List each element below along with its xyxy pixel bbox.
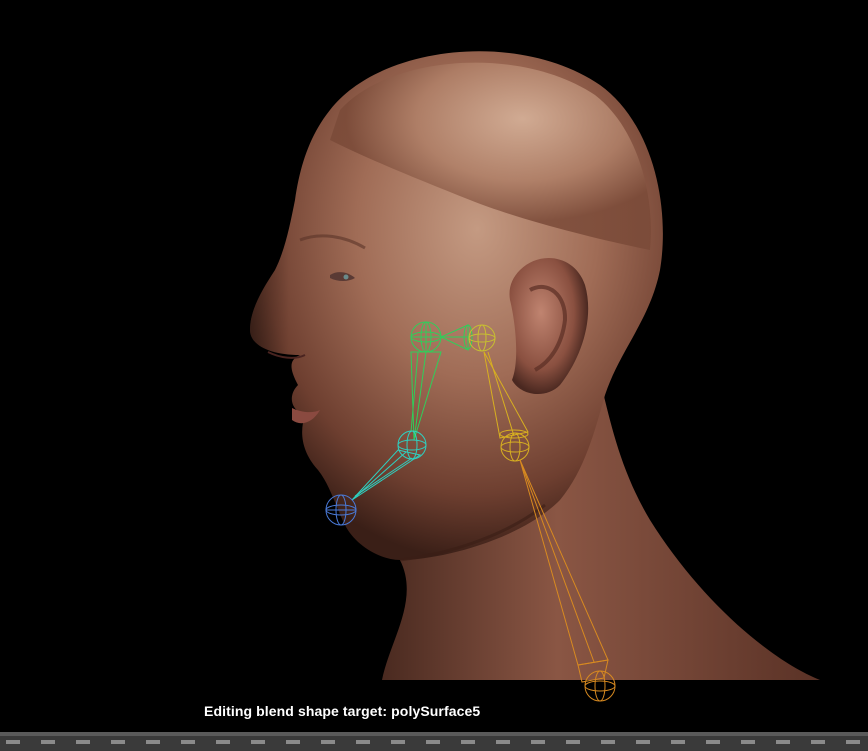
time-slider[interactable]	[0, 732, 868, 751]
status-label: Editing blend shape target:	[204, 703, 388, 719]
timeline-tick	[461, 740, 475, 744]
timeline-tick	[531, 740, 545, 744]
timeline-tick	[181, 740, 195, 744]
timeline-tick	[321, 740, 335, 744]
timeline-tick	[111, 740, 125, 744]
timeline-tick	[251, 740, 265, 744]
timeline-tick	[601, 740, 615, 744]
timeline-tick	[811, 740, 825, 744]
timeline-tick	[671, 740, 685, 744]
viewport-scene	[250, 51, 820, 702]
face-shadow	[250, 200, 380, 525]
timeline-tick	[776, 740, 790, 744]
timeline-tick	[636, 740, 650, 744]
timeline-ruler[interactable]	[0, 736, 868, 751]
timeline-tick	[6, 740, 20, 744]
timeline-tick	[286, 740, 300, 744]
timeline-tick	[391, 740, 405, 744]
timeline-tick	[426, 740, 440, 744]
timeline-tick	[496, 740, 510, 744]
iris	[343, 274, 349, 280]
head-model[interactable]	[250, 51, 820, 680]
timeline-tick	[706, 740, 720, 744]
timeline-tick	[146, 740, 160, 744]
timeline-tick	[216, 740, 230, 744]
timeline-tick	[566, 740, 580, 744]
timeline-tick	[846, 740, 860, 744]
3d-viewport[interactable]: Editing blend shape target: polySurface5	[0, 0, 868, 732]
timeline-tick	[741, 740, 755, 744]
status-message: Editing blend shape target: polySurface5	[204, 703, 480, 719]
status-target: polySurface5	[391, 703, 481, 719]
jaw-root-joint[interactable]	[410, 321, 442, 353]
timeline-tick	[41, 740, 55, 744]
timeline-tick	[356, 740, 370, 744]
timeline-tick	[76, 740, 90, 744]
